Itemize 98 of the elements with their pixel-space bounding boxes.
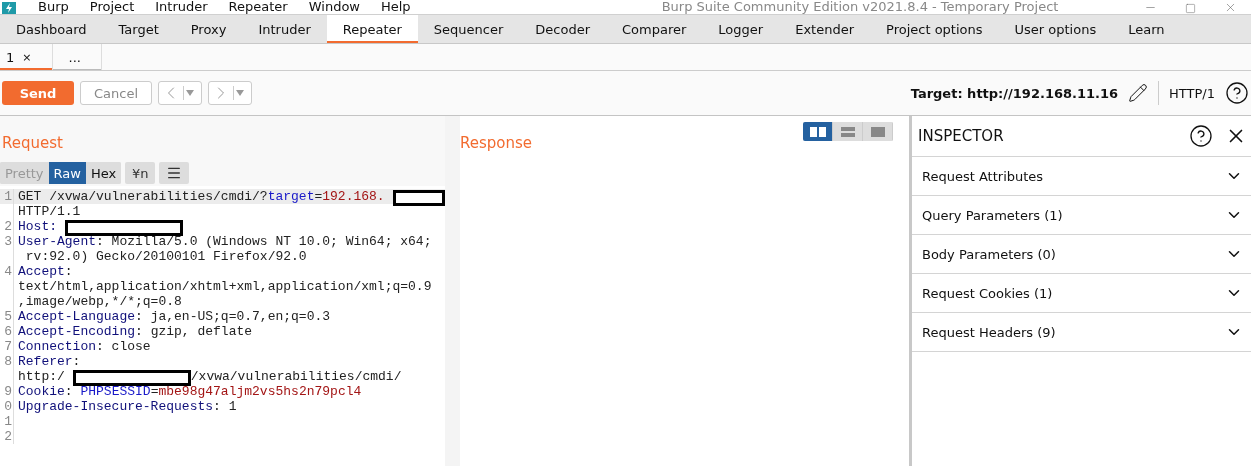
code-text: 192.168. <box>322 189 385 204</box>
tab-label: 1 <box>6 49 15 65</box>
edit-target-icon[interactable] <box>1128 83 1149 103</box>
code-text: HTTP/1.1 <box>18 204 81 219</box>
tab[interactable]: Proxy <box>174 15 243 43</box>
target-label: Target: http://192.168.11.16 <box>910 85 1119 101</box>
tab[interactable]: Target <box>102 15 175 43</box>
redaction-bar <box>392 190 445 206</box>
code-text: mbe98g47aljm2vs5hs2n79pcl4 <box>158 384 362 399</box>
line-number: 0 <box>0 399 14 414</box>
code-text: Accept <box>18 264 65 279</box>
code-text: : gzip, deflate <box>135 324 253 339</box>
tab[interactable]: Extender <box>779 15 871 43</box>
code-text: User-Agent <box>18 234 96 249</box>
tab[interactable]: Dashboard <box>0 15 103 43</box>
code-text: = <box>314 189 323 204</box>
request-editor[interactable] <box>0 186 445 466</box>
line-number: 4 <box>0 264 14 279</box>
tab[interactable]: Comparer <box>606 15 703 43</box>
line-number: 1 <box>0 414 14 429</box>
inspector-section[interactable]: Body Parameters (0) <box>912 235 1251 274</box>
line-number: 9 <box>0 384 14 399</box>
line-number: 6 <box>0 324 14 339</box>
code-text: target <box>267 189 315 204</box>
code-text: : ja,en-US;q=0.7,en;q=0.3 <box>135 309 331 324</box>
code-text: Connection <box>18 339 96 354</box>
menu-item[interactable]: Repeater <box>228 0 288 14</box>
tab-label: ... <box>68 49 81 65</box>
line-number: 2 <box>0 219 14 234</box>
columns-icon <box>809 126 826 137</box>
tab[interactable]: Intruder <box>242 15 327 43</box>
rows-icon <box>840 126 855 137</box>
section-label: Request Headers (9) <box>922 324 1056 340</box>
caret-icon <box>236 90 244 96</box>
caret-icon <box>186 90 194 96</box>
tab[interactable]: User options <box>998 15 1113 43</box>
menu-item[interactable]: Project <box>89 0 135 14</box>
code-text: = <box>150 384 159 399</box>
code-text: : 1 <box>213 399 237 414</box>
response-title: Response <box>460 133 533 154</box>
menu-item[interactable]: Window <box>308 0 360 14</box>
menu-icon <box>166 165 183 181</box>
cancel-button[interactable]: Cancel <box>80 81 152 105</box>
line-number: 7 <box>0 339 14 354</box>
menu-item[interactable]: Burp <box>38 0 69 14</box>
single-pane-icon <box>870 126 885 137</box>
view-tab[interactable]: Raw <box>48 162 86 184</box>
code-text: /xvwa/vulnerabilities/cmdi/ <box>190 369 402 384</box>
tab[interactable]: Logger <box>702 15 780 43</box>
help-icon[interactable] <box>1225 81 1249 105</box>
protocol-label[interactable]: HTTP/1 <box>1169 85 1215 101</box>
tab[interactable]: Repeater <box>326 15 418 43</box>
inspector-section[interactable]: Request Attributes <box>912 157 1251 196</box>
line-number: 8 <box>0 354 14 369</box>
code-text: Accept-Encoding <box>18 324 136 339</box>
code-text: : Mozilla/5.0 (Windows NT 10.0; Win64; x64; <box>96 234 432 249</box>
code-text: Referer <box>18 354 73 369</box>
code-text: Upgrade-Insecure-Requests <box>18 399 214 414</box>
inspector-title: INSPECTOR <box>918 127 1004 145</box>
line-number: 1 <box>0 189 14 204</box>
tab[interactable]: Project options <box>870 15 999 43</box>
section-label: Body Parameters (0) <box>922 246 1056 262</box>
window-title: Burp Suite Community Edition v2021.8.4 - Temporary Project <box>661 0 1059 14</box>
code-text: : <box>72 354 81 369</box>
code-text: Host: <box>18 219 57 234</box>
inspector-section[interactable]: Request Cookies (1) <box>912 274 1251 313</box>
inspector-section[interactable]: Query Parameters (1) <box>912 196 1251 235</box>
line-number: 5 <box>0 309 14 324</box>
request-title: Request <box>1 133 64 154</box>
layout-toggle[interactable] <box>803 122 833 141</box>
menu-button[interactable] <box>159 162 190 184</box>
request-tab[interactable]: ... <box>52 44 102 70</box>
menu-item[interactable]: Intruder <box>155 0 208 14</box>
code-text: text/html,application/xhtml+xml,application/xml;q=0.9 <box>18 279 432 294</box>
code-text: ,image/webp,*/*;q=0.8 <box>18 294 182 309</box>
section-label: Request Cookies (1) <box>922 285 1053 301</box>
section-label: Request Attributes <box>922 168 1044 184</box>
inspector-section[interactable]: Request Headers (9) <box>912 313 1251 352</box>
tab[interactable]: Learn <box>1112 15 1181 43</box>
code-text: : <box>64 264 73 279</box>
code-text: PHPSESSID <box>80 384 151 399</box>
newline-toggle[interactable]: ¥n <box>125 162 156 184</box>
code-text: http:/ <box>18 369 65 384</box>
tab[interactable]: Decoder <box>519 15 607 43</box>
menu-item[interactable]: Help <box>381 0 411 14</box>
line-number: 2 <box>0 429 14 444</box>
code-text: rv:92.0) Gecko/20100101 Firefox/92.0 <box>24 249 307 264</box>
close-tab-icon[interactable]: × <box>22 50 32 64</box>
code-text: Cookie <box>18 384 65 399</box>
code-text: : <box>64 384 74 399</box>
section-label: Query Parameters (1) <box>922 207 1063 223</box>
code-text: GET /xvwa/vulnerabilities/cmdi/? <box>18 189 268 204</box>
line-number: 3 <box>0 234 14 249</box>
help-icon[interactable] <box>1189 124 1213 148</box>
tab[interactable]: Sequencer <box>417 15 520 43</box>
request-tab[interactable]: 1 × <box>0 44 53 70</box>
code-text: : close <box>96 339 151 354</box>
code-text: Accept-Language <box>18 309 136 324</box>
